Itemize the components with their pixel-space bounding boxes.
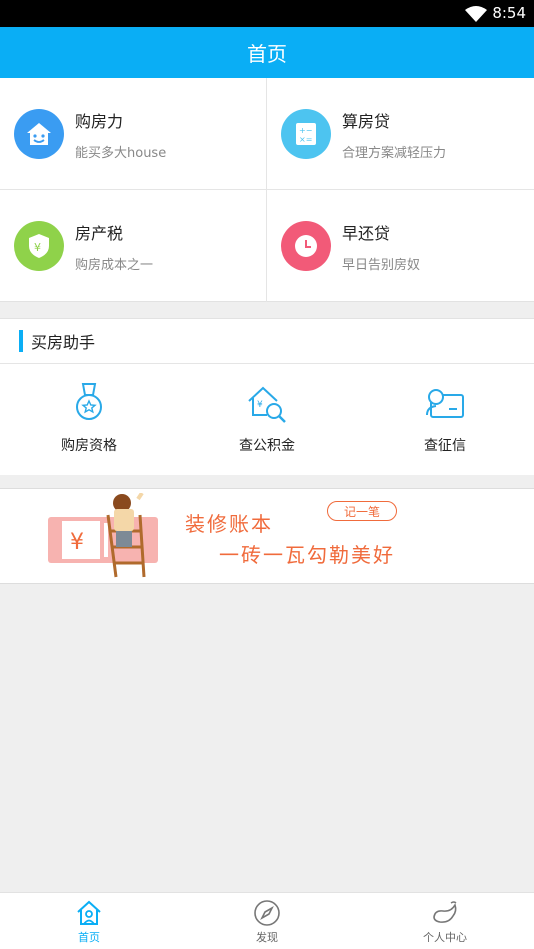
section-accent-bar <box>19 330 23 352</box>
nav-label: 发现 <box>256 931 278 944</box>
nav-discover[interactable]: 发现 <box>178 893 356 949</box>
tool-purchasing-power[interactable]: 购房力 能买多大house <box>0 78 267 190</box>
credit-card-user-icon <box>426 389 464 418</box>
banner-title: 装修账本 <box>185 512 273 536</box>
buying-assistant-section: 买房助手 购房资格 ¥ 查公积金 查征信 <box>0 318 534 475</box>
tool-title: 早还贷 <box>342 223 391 243</box>
bottom-nav: 首页 发现 个人中心 <box>0 892 534 949</box>
section-header: 买房助手 <box>0 319 534 364</box>
yuan-shield-icon: ¥ <box>14 221 64 271</box>
page-title: 首页 <box>247 42 287 66</box>
medal-icon <box>76 383 102 420</box>
renovation-ledger-banner[interactable]: ¥ 装修账本 一砖一瓦勾勒美好 记一笔 <box>0 488 534 584</box>
smiling-house-icon <box>14 109 64 159</box>
banner-subtitle: 一砖一瓦勾勒美好 <box>219 543 395 567</box>
renovation-illustration: ¥ <box>48 493 158 578</box>
whale-icon <box>433 901 457 923</box>
section-title: 买房助手 <box>31 333 96 352</box>
house-search-icon: ¥ <box>248 386 286 423</box>
assistant-item-label: 购房资格 <box>61 438 117 454</box>
assistant-item-eligibility[interactable]: 购房资格 <box>0 364 178 475</box>
tool-subtitle: 购房成本之一 <box>75 257 154 273</box>
svg-text:¥: ¥ <box>70 530 84 555</box>
nav-label: 首页 <box>78 931 100 944</box>
clock-time: 8:54 <box>492 4 526 22</box>
tools-grid: 购房力 能买多大house +− ×= 算房贷 合理方案减轻压力 ¥ 房产税 购… <box>0 78 534 302</box>
wifi-icon <box>465 6 487 22</box>
tool-title: 房产税 <box>75 223 124 243</box>
tool-subtitle: 合理方案减轻压力 <box>342 145 447 161</box>
tool-mortgage-calculator[interactable]: +− ×= 算房贷 合理方案减轻压力 <box>267 78 534 190</box>
assistant-item-label: 查征信 <box>424 438 466 454</box>
home-icon <box>77 900 101 925</box>
app-bar: 首页 <box>0 27 534 78</box>
status-bar: 8:54 <box>0 0 534 27</box>
assistant-item-housing-fund[interactable]: ¥ 查公积金 <box>178 364 356 475</box>
nav-profile[interactable]: 个人中心 <box>356 893 534 949</box>
calculator-icon: +− ×= <box>281 109 331 159</box>
tool-title: 购房力 <box>75 111 124 131</box>
compass-icon <box>254 900 280 926</box>
nav-label: 个人中心 <box>423 931 467 944</box>
tool-subtitle: 能买多大house <box>75 145 167 161</box>
record-button[interactable]: 记一笔 <box>327 501 397 521</box>
clock-icon <box>281 221 331 271</box>
svg-text:+−: +− <box>299 126 312 135</box>
tool-early-repayment[interactable]: 早还贷 早日告别房奴 <box>267 190 534 302</box>
tool-property-tax[interactable]: ¥ 房产税 购房成本之一 <box>0 190 267 302</box>
nav-home[interactable]: 首页 <box>0 893 178 949</box>
svg-text:¥: ¥ <box>257 400 263 410</box>
assistant-item-credit-check[interactable]: 查征信 <box>356 364 534 475</box>
svg-text:×=: ×= <box>299 135 312 144</box>
assistant-item-label: 查公积金 <box>239 438 295 454</box>
svg-text:¥: ¥ <box>34 241 41 254</box>
tool-title: 算房贷 <box>342 111 391 131</box>
tool-subtitle: 早日告别房奴 <box>342 257 421 273</box>
